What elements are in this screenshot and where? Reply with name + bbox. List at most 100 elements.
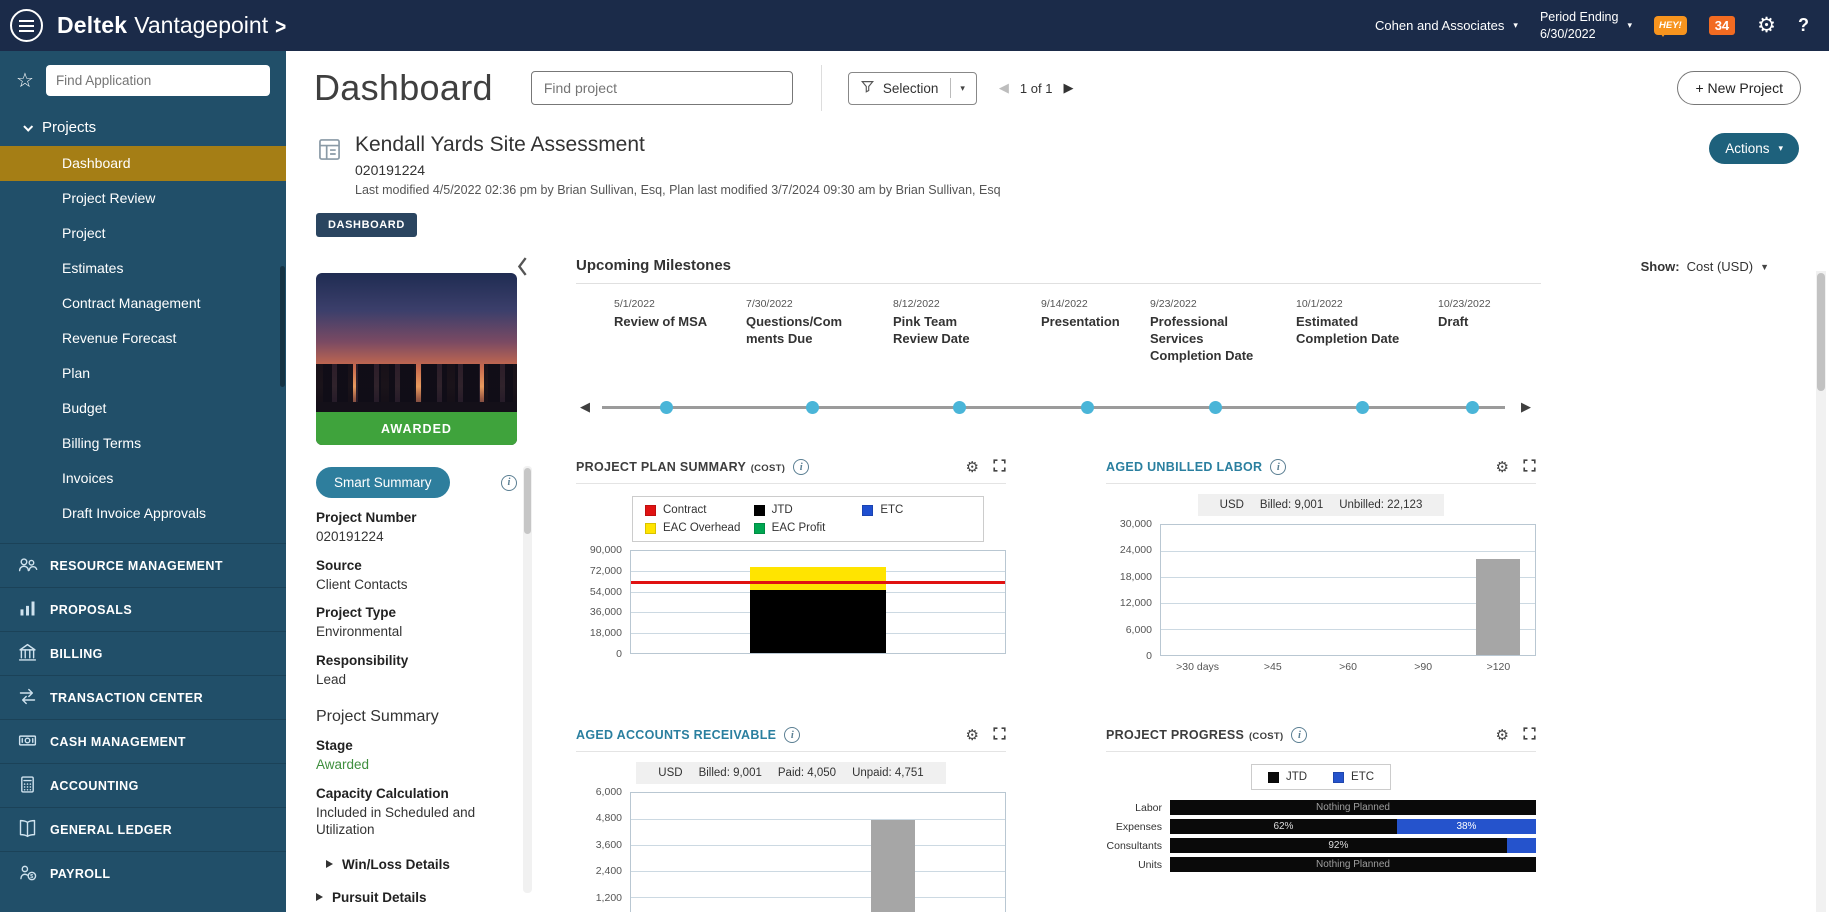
info-icon[interactable]: i [793,459,809,475]
help-icon[interactable]: ? [1798,15,1809,36]
tab-dashboard[interactable]: DASHBOARD [316,213,417,237]
sidebar-item-budget[interactable]: Budget [0,391,286,426]
smart-summary-button[interactable]: Smart Summary [316,467,450,498]
summary-paid: Paid: 4,050 [778,767,836,779]
sidebar-module-general-ledger[interactable]: GENERAL LEDGER [0,807,286,851]
summary-billed: Billed: 9,001 [1260,499,1323,511]
topbar-right: Cohen and Associates ▾ Period Ending 6/3… [1375,9,1809,42]
milestone-dot[interactable] [660,401,673,414]
field-value: Environmental [316,623,517,641]
collapse-panel-button[interactable] [517,257,528,279]
widget-expand-icon[interactable] [993,459,1006,475]
milestone-dot[interactable] [1209,401,1222,414]
y-tick-label: 2,400 [596,865,622,877]
show-value: Cost (USD) [1687,259,1753,274]
sidebar-module-proposals[interactable]: PROPOSALS [0,587,286,631]
progress-row-consultants: Consultants 92% [1106,838,1536,853]
show-selector[interactable]: Show: Cost (USD) ▼ [1641,259,1769,274]
projects-section-toggle[interactable]: Projects [0,108,286,146]
sidebar-item-estimates[interactable]: Estimates [0,251,286,286]
x-tick-label: >90 [1386,661,1461,673]
selection-dropdown[interactable]: Selection ▾ [848,72,977,105]
sidebar-module-cash-management[interactable]: CASH MANAGEMENT [0,719,286,763]
summary-currency: USD [658,767,682,779]
sidebar-item-revenue-forecast[interactable]: Revenue Forecast [0,321,286,356]
sidebar-module-payroll[interactable]: $ PAYROLL [0,851,286,895]
x-axis: >30 days >45 >60 >90 >120 [1160,661,1536,673]
widget-expand-icon[interactable] [1523,459,1536,475]
find-application-input[interactable] [46,65,270,96]
chevron-right-icon [326,860,333,868]
project-info-panel: AWARDED Smart Summary i Project Number 0… [316,273,532,893]
chevron-down-icon: ▾ [1513,21,1518,30]
hamburger-menu-icon[interactable] [10,9,43,42]
sidebar-module-billing[interactable]: BILLING [0,631,286,675]
info-icon[interactable]: i [501,475,517,491]
y-tick-label: 90,000 [590,544,622,556]
milestone-name: Pink Team Review Date [893,314,993,348]
sidebar-module-transaction-center[interactable]: TRANSACTION CENTER [0,675,286,719]
expander-win-loss-details[interactable]: Win/Loss Details [326,857,517,872]
projects-section-label: Projects [42,119,96,136]
notification-badge[interactable]: 34 [1709,16,1735,35]
legend-item: ETC [1333,771,1374,783]
sidebar-item-project-review[interactable]: Project Review [0,181,286,216]
sidebar-item-project[interactable]: Project [0,216,286,251]
expander-pursuit-details[interactable]: Pursuit Details [316,890,517,905]
panel-scrollbar[interactable] [523,466,532,893]
widget-expand-icon[interactable] [1523,727,1536,743]
settings-gear-icon[interactable]: ⚙ [1757,13,1776,38]
progress-rows: Labor Nothing Planned Expenses 62%38% Co… [1106,800,1536,872]
milestone-dot[interactable] [1466,401,1479,414]
info-icon[interactable]: i [784,727,800,743]
timeline-next-icon[interactable]: ▶ [1521,399,1531,415]
favorites-star-icon[interactable]: ☆ [16,68,34,93]
find-project-input[interactable] [531,71,793,105]
gridline [1161,551,1535,552]
sidebar-item-invoices[interactable]: Invoices [0,461,286,496]
sidebar-module-accounting[interactable]: ACCOUNTING [0,763,286,807]
milestone-dot[interactable] [806,401,819,414]
unbilled-chart: 30,000 24,000 18,000 12,000 6,000 0 [1106,524,1536,656]
page-scrollbar[interactable] [1816,271,1826,912]
pager-previous-icon[interactable]: ◀ [999,80,1009,96]
sidebar-item-plan[interactable]: Plan [0,356,286,391]
widget-expand-icon[interactable] [993,727,1006,743]
period-selector[interactable]: Period Ending 6/30/2022 ▾ [1540,9,1632,42]
legend-label: Contract [663,504,706,516]
widget-settings-gear-icon[interactable]: ⚙ [966,458,979,476]
sidebar-item-draft-invoice-approvals[interactable]: Draft Invoice Approvals [0,496,286,531]
widget-settings-gear-icon[interactable]: ⚙ [1496,726,1509,744]
hey-announcement-icon[interactable]: HEY! [1654,16,1687,35]
y-tick-label: 72,000 [590,565,622,577]
milestone-dot[interactable] [1081,401,1094,414]
project-summary-heading: Project Summary [316,708,517,726]
milestone-dot[interactable] [953,401,966,414]
jtd-bar: 92% [1170,838,1507,853]
widget-settings-gear-icon[interactable]: ⚙ [966,726,979,744]
widget-title: AGED UNBILLED LABOR [1106,460,1262,474]
sidebar-scrollbar-thumb[interactable] [280,266,285,387]
widget-title-suffix: (COST) [1249,731,1284,742]
pager-next-icon[interactable]: ▶ [1063,80,1073,96]
timeline-previous-icon[interactable]: ◀ [580,399,590,415]
legend-label: ETC [880,504,903,516]
funnel-icon [861,80,874,96]
page-scrollbar-thumb[interactable] [1817,273,1825,391]
widget-title-suffix: (COST) [751,463,786,474]
sidebar-module-resource-management[interactable]: RESOURCE MANAGEMENT [0,543,286,587]
actions-button[interactable]: Actions ▾ [1709,133,1799,164]
company-selector[interactable]: Cohen and Associates ▾ [1375,18,1518,33]
new-project-button[interactable]: + New Project [1677,71,1801,105]
sidebar-item-dashboard[interactable]: Dashboard [0,146,286,181]
sidebar-item-billing-terms[interactable]: Billing Terms [0,426,286,461]
aged-accounts-receivable-widget: AGED ACCOUNTS RECEIVABLE i ⚙ USD Billed:… [576,726,1006,912]
progress-row-units: Units Nothing Planned [1106,857,1536,872]
info-icon[interactable]: i [1291,727,1307,743]
sidebar-item-contract-management[interactable]: Contract Management [0,286,286,321]
milestone-dot[interactable] [1356,401,1369,414]
y-tick-label: 3,600 [596,839,622,851]
panel-scrollbar-thumb[interactable] [524,468,531,534]
info-icon[interactable]: i [1270,459,1286,475]
widget-settings-gear-icon[interactable]: ⚙ [1496,458,1509,476]
